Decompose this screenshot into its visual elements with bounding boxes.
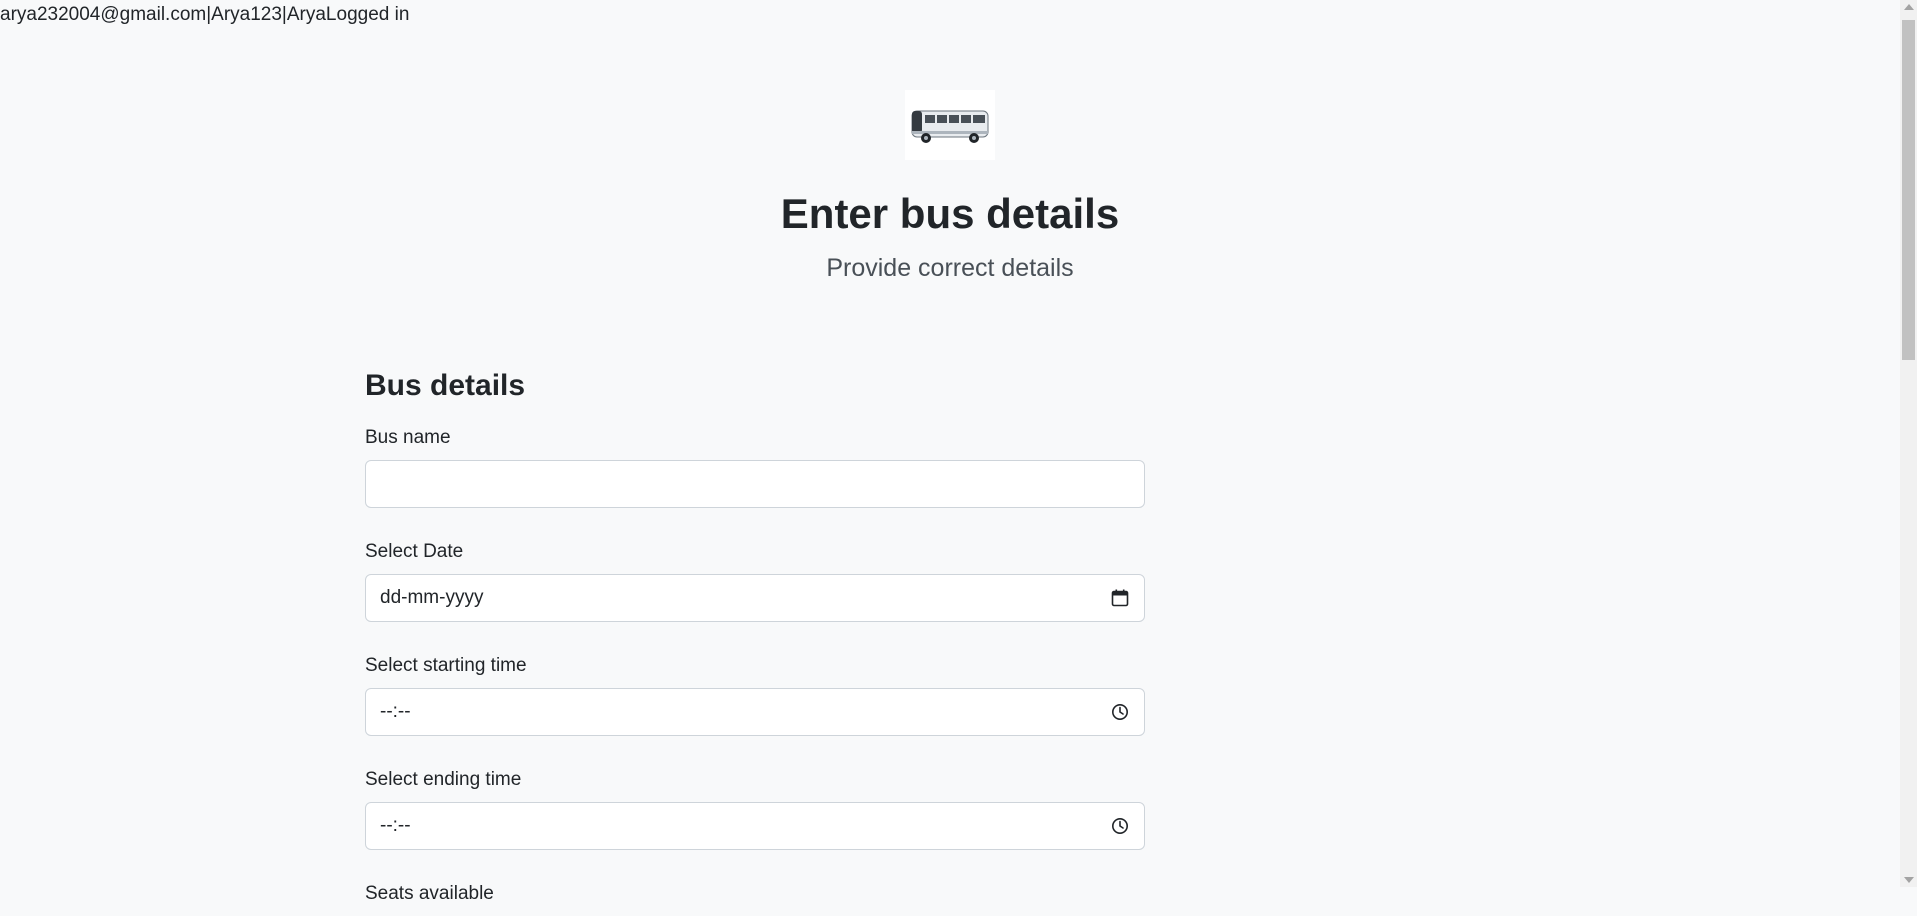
date-label: Select Date [365,541,464,562]
date-value: dd-mm-yyyy [380,587,484,608]
scroll-down-arrow-icon[interactable] [1904,877,1914,883]
vertical-scrollbar[interactable] [1900,0,1917,887]
bus-details-form: Bus details Bus name Select Date dd-mm-y… [365,366,1145,916]
seats-available-label: Seats available [365,883,494,904]
page-title: Enter bus details [780,190,1120,237]
scroll-up-arrow-icon[interactable] [1904,4,1914,10]
end-time-label: Select ending time [365,769,522,790]
form-title: Bus details [365,369,526,402]
start-time-value: --:-- [380,701,411,722]
start-time-label: Select starting time [365,655,527,676]
calendar-icon[interactable] [1110,588,1130,608]
start-time-input[interactable]: --:-- [365,688,1145,736]
page-subtitle: Provide correct details [826,254,1074,282]
end-time-value: --:-- [380,815,411,836]
end-time-input[interactable]: --:-- [365,802,1145,850]
login-status-text: arya232004@gmail.com|Arya123|AryaLogged … [0,4,410,25]
bus-name-input[interactable] [365,460,1145,508]
date-input[interactable]: dd-mm-yyyy [365,574,1145,622]
clock-icon[interactable] [1110,816,1130,836]
bus-name-label: Bus name [365,427,451,448]
bus-icon [911,110,989,143]
clock-icon[interactable] [1110,702,1130,722]
scroll-thumb[interactable] [1902,20,1915,360]
page: arya232004@gmail.com|Arya123|AryaLogged … [0,0,1900,904]
bus-logo [905,90,995,160]
